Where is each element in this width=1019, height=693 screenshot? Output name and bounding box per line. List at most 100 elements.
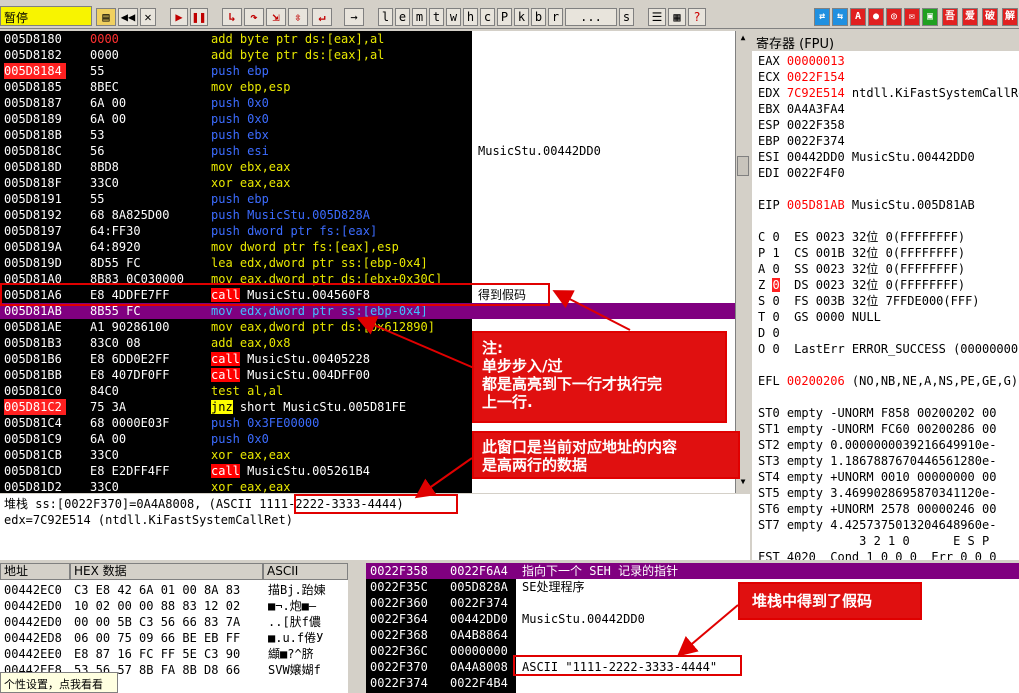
register-line[interactable]: ST2 empty 0.0000000039216649910e- — [758, 437, 996, 453]
disasm-row[interactable]: 005D818D 8BD8 mov ebx,eax — [0, 159, 735, 175]
step-over-icon[interactable]: ↷ — [244, 8, 264, 26]
memory-map-button[interactable]: m — [412, 8, 427, 26]
mnemonic: test — [211, 384, 240, 398]
registers-pane[interactable]: 寄存器 (FPU) EAX 00000013 ECX 0022F154 EDX 7C… — [752, 31, 1019, 560]
disasm-row[interactable]: 005D8197 64:FF30 push dword ptr fs:[eax] — [0, 223, 735, 239]
disasm-row[interactable]: 005D8185 8BEC mov ebp,esp — [0, 79, 735, 95]
scroll-thumb[interactable] — [737, 156, 749, 176]
disasm-row[interactable]: 005D818C 56 push esi MusicStu.00442DD0 — [0, 143, 735, 159]
register-line[interactable]: ECX 0022F154 — [758, 69, 845, 85]
register-line[interactable]: EBP 0022F374 — [758, 133, 845, 149]
disasm-row[interactable]: 005D8180 0000 add byte ptr ds:[eax],al — [0, 31, 735, 47]
register-line[interactable]: EDI 0022F4F0 — [758, 165, 845, 181]
trace-over-icon[interactable]: ⇳ — [288, 8, 308, 26]
rewind-icon[interactable]: ◀◀ — [118, 8, 138, 26]
open-icon[interactable]: ▤ — [96, 8, 116, 26]
call-stack-button[interactable]: k — [514, 8, 529, 26]
execute-till-return-icon[interactable]: ↵ — [312, 8, 332, 26]
register-line[interactable]: ESI 00442DD0 MusicStu.00442DD0 — [758, 149, 975, 165]
register-line[interactable]: ST7 empty 4.4257375013204648960e- — [758, 517, 996, 533]
disasm-hex: 55 — [90, 192, 105, 206]
disasm-row[interactable]: 005D819D 8D55 FC lea edx,dword ptr ss:[ebp… — [0, 255, 735, 271]
stack-row[interactable]: 0022F358 0022F6A4 指向下一个 SEH 记录的指针 — [366, 563, 1019, 579]
breakpoints-button[interactable]: b — [531, 8, 546, 26]
trace-into-icon[interactable]: ⇲ — [266, 8, 286, 26]
register-line[interactable]: ST0 empty -UNORM F858 00200202 00 — [758, 405, 996, 421]
register-line[interactable]: EFL 00200206 (NO,NB,NE,A,NS,PE,GE,G) — [758, 373, 1018, 389]
register-line[interactable]: S 0 FS 003B 32位 7FFDE000(FFF) — [758, 293, 980, 309]
register-line[interactable]: FST 4020 Cond 1 0 0 0 Err 0 0 0 — [758, 549, 996, 560]
disasm-row[interactable]: 005D819A 64:8920 mov dword ptr fs:[eax],es… — [0, 239, 735, 255]
close-icon[interactable]: ✕ — [140, 8, 156, 26]
disasm-row[interactable]: 005D8182 0000 add byte ptr ds:[eax],al — [0, 47, 735, 63]
bottom-tip[interactable]: 个性设置，点我看看 — [0, 672, 118, 693]
plugin-icon-1[interactable]: ⇄ — [814, 8, 830, 26]
dump-ascii: 描Bj.跆媡 — [268, 583, 326, 597]
dump-header-hex[interactable]: HEX 数据 — [70, 563, 263, 580]
dump-header-ascii[interactable]: ASCII — [263, 563, 348, 580]
register-line[interactable]: EAX 00000013 — [758, 53, 845, 69]
list-icon[interactable]: ☰ — [648, 8, 666, 26]
disassembly-pane[interactable]: 005D8180 0000 add byte ptr ds:[eax],al 005D… — [0, 31, 735, 493]
plugin-icon-7[interactable]: ▣ — [922, 8, 938, 26]
dump-header-address[interactable]: 地址 — [0, 563, 70, 580]
disasm-row[interactable]: 005D8184 55 push ebp — [0, 63, 735, 79]
scroll-up-icon[interactable]: ▲ — [737, 33, 749, 45]
disasm-row[interactable]: 005D8192 68 8A825D00 push MusicStu.005D828… — [0, 207, 735, 223]
register-label: ECX — [758, 70, 787, 84]
register-line[interactable]: ESP 0022F358 — [758, 117, 845, 133]
windows-button[interactable]: w — [446, 8, 461, 26]
register-line[interactable]: ST4 empty +UNORM 0010 00000000 00 — [758, 469, 996, 485]
register-line[interactable]: EDX 7C92E514 ntdll.KiFastSystemCallRet — [758, 85, 1019, 101]
plugin-icon-4[interactable]: ● — [868, 8, 884, 26]
source-button[interactable]: s — [619, 8, 634, 26]
handles-button[interactable]: h — [463, 8, 478, 26]
register-line[interactable]: ST1 empty -UNORM FC60 00200286 00 — [758, 421, 996, 437]
disasm-hex: E8 E2DFF4FF — [90, 464, 170, 478]
disasm-row[interactable]: 005D81D2 33C0 xor eax,eax — [0, 479, 735, 493]
wuai-icon-3[interactable]: 破 — [982, 8, 998, 26]
references-button[interactable]: r — [548, 8, 563, 26]
disasm-scrollbar[interactable]: ▲ ▼ — [735, 31, 750, 493]
executables-button[interactable]: e — [395, 8, 410, 26]
register-line[interactable]: O 0 LastErr ERROR_SUCCESS (00000000) — [758, 341, 1019, 357]
plugin-icon-5[interactable]: ◎ — [886, 8, 902, 26]
log-window-button[interactable]: l — [378, 8, 393, 26]
cpu-button[interactable]: c — [480, 8, 495, 26]
disasm-row[interactable]: 005D818F 33C0 xor eax,eax — [0, 175, 735, 191]
disasm-row[interactable]: 005D8189 6A 00 push 0x0 — [0, 111, 735, 127]
register-line[interactable]: A 0 SS 0023 32位 0(FFFFFFFF) — [758, 261, 965, 277]
register-line[interactable]: EIP 005D81AB MusicStu.005D81AB — [758, 197, 975, 213]
run-icon[interactable]: ▶ — [170, 8, 188, 26]
pause-icon[interactable]: ❚❚ — [190, 8, 208, 26]
register-line[interactable]: ST5 empty 3.4699028695870341120e- — [758, 485, 996, 501]
plugin-icon-6[interactable]: ✉ — [904, 8, 920, 26]
register-line[interactable]: Z 0 DS 0023 32位 0(FFFFFFFF) — [758, 277, 965, 293]
register-line[interactable]: ST3 empty 1.1867887670446561280e- — [758, 453, 996, 469]
register-line[interactable]: D 0 — [758, 325, 780, 341]
register-line[interactable]: EBX 0A4A3FA4 — [758, 101, 845, 117]
disasm-row[interactable]: 005D8191 55 push ebp — [0, 191, 735, 207]
wuai-icon-1[interactable]: 吾 — [942, 8, 958, 26]
plugin-icon-2[interactable]: ⇆ — [832, 8, 848, 26]
help-icon[interactable]: ? — [688, 8, 706, 26]
goto-icon[interactable]: → — [344, 8, 364, 26]
run-trace-button[interactable]: ... — [565, 8, 617, 26]
step-into-icon[interactable]: ↳ — [222, 8, 242, 26]
patches-button[interactable]: P — [497, 8, 512, 26]
stack-row[interactable]: 0022F368 0A4B8864 — [366, 627, 1019, 643]
threads-button[interactable]: t — [429, 8, 444, 26]
plugin-icon-3[interactable]: A — [850, 8, 866, 26]
disasm-row[interactable]: 005D8187 6A 00 push 0x0 — [0, 95, 735, 111]
register-line[interactable]: P 1 CS 001B 32位 0(FFFFFFFF) — [758, 245, 965, 261]
dump-scrollbar[interactable] — [348, 563, 363, 693]
stack-row[interactable]: 0022F374 0022F4B4 — [366, 675, 1019, 691]
options-icon[interactable]: ▦ — [668, 8, 686, 26]
wuai-icon-2[interactable]: 爱 — [962, 8, 978, 26]
disasm-row[interactable]: 005D818B 53 push ebx — [0, 127, 735, 143]
register-line[interactable]: T 0 GS 0000 NULL — [758, 309, 881, 325]
register-line[interactable]: C 0 ES 0023 32位 0(FFFFFFFF) — [758, 229, 965, 245]
register-line[interactable]: ST6 empty +UNORM 2578 00000246 00 — [758, 501, 996, 517]
wuai-icon-4[interactable]: 解 — [1002, 8, 1018, 26]
register-line[interactable]: 3 2 1 0 E S P — [758, 533, 989, 549]
